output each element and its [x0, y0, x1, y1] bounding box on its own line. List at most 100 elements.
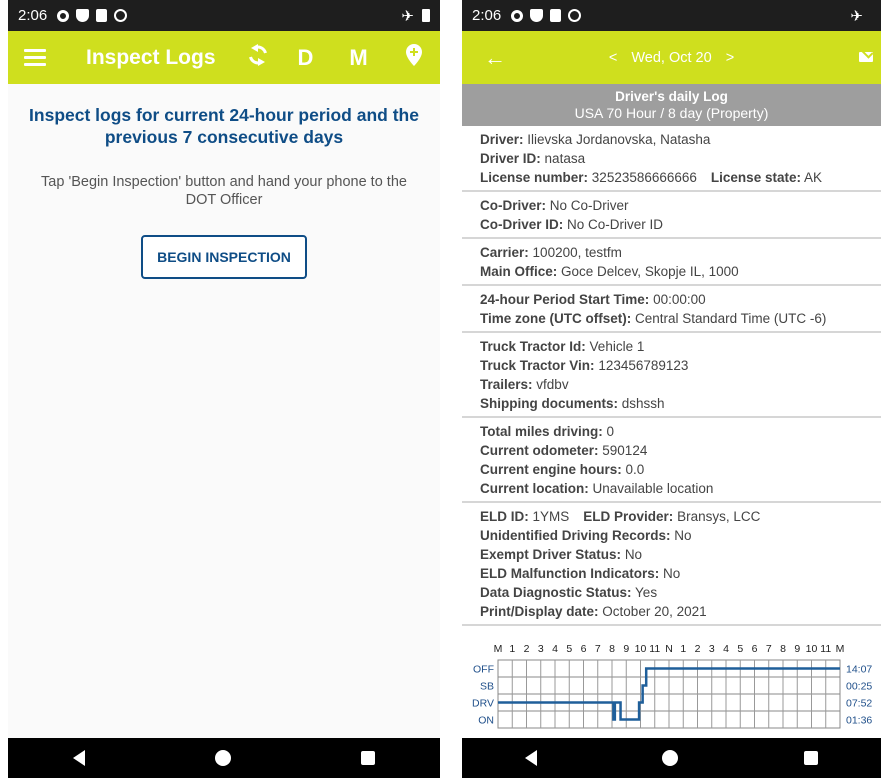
chart-hour-label: 6 [581, 643, 587, 655]
nav-back-icon[interactable] [73, 750, 85, 766]
chart-hour-label: 10 [806, 643, 818, 655]
chart-hour-label: 9 [623, 643, 629, 655]
codriver-id-value: No Co-Driver ID [567, 217, 664, 232]
unidentified-value: No [674, 528, 692, 543]
prev-day-button[interactable]: < [609, 50, 617, 66]
malfunction-value: No [663, 566, 681, 581]
trailers-label: Trailers: [480, 377, 533, 392]
main-office-value: Goce Delcev, Skopje IL, 1000 [561, 264, 739, 279]
codriver-label: Co-Driver: [480, 198, 547, 213]
eld-id-label: ELD ID: [480, 509, 529, 524]
shield-status-icon [76, 9, 90, 22]
engine-hours-value: 0.0 [625, 462, 645, 477]
period-start-label: 24-hour Period Start Time: [480, 292, 650, 307]
chart-hour-label: N [665, 643, 673, 655]
status-bar: 2:06 ✈ [462, 0, 881, 31]
chart-hour-label: M [836, 643, 845, 655]
timezone-value: Central Standard Time (UTC -6) [635, 311, 827, 326]
duty-status-chart: M 1 2 3 4 5 6 7 8 9 10 11 N 1 2 3 4 5 6 7 8 9 10 11 MOFF 14:07SB 0… [472, 643, 872, 729]
hamburger-menu-icon[interactable] [24, 45, 46, 70]
refresh-icon[interactable] [248, 43, 268, 72]
license-label: License number: [480, 170, 589, 185]
system-nav-bar [8, 738, 440, 778]
shipping-value: dshssh [621, 396, 665, 411]
driver-label: Driver: [480, 132, 524, 147]
period-section: 24-hour Period Start Time: 00:00:00 Time… [462, 286, 881, 333]
odometer-value: 590124 [602, 443, 648, 458]
chart-row-total: 14:07 [846, 664, 872, 676]
inspect-instruction: Tap 'Begin Inspection' button and hand y… [41, 174, 407, 208]
m-button[interactable]: M [349, 45, 367, 71]
nav-home-icon[interactable] [215, 750, 231, 766]
chart-hour-label: 8 [780, 643, 786, 655]
driver-id-value: natasa [544, 151, 586, 166]
date-navigator: < Wed, Oct 20 > [462, 50, 881, 66]
nav-recents-icon[interactable] [804, 751, 819, 765]
tractor-vin-value: 123456789123 [598, 358, 689, 373]
app-bar: Inspect Logs D M [8, 31, 440, 84]
chart-hour-label: 2 [524, 643, 530, 655]
driver-section: Driver: Ilievska Jordanovska, Natasha Dr… [462, 126, 881, 192]
odometer-label: Current odometer: [480, 443, 599, 458]
license-value: 32523586666666 [591, 170, 697, 185]
diagnostic-label: Data Diagnostic Status: [480, 585, 632, 600]
nav-home-icon[interactable] [662, 750, 679, 766]
print-date-value: October 20, 2021 [602, 604, 707, 619]
chart-row-total: 00:25 [846, 681, 872, 693]
engine-hours-label: Current engine hours: [480, 462, 622, 477]
malfunction-label: ELD Malfunction Indicators: [480, 566, 660, 581]
begin-inspection-button[interactable]: BEGIN INSPECTION [141, 235, 307, 279]
nav-recents-icon[interactable] [361, 751, 375, 765]
inspect-headline: Inspect logs for current 24-hour period … [29, 105, 419, 147]
daily-log-screen: 2:06 ✈ ← < Wed, Oct 20 > Driver's daily … [462, 0, 881, 778]
duty-status-chart-container: M 1 2 3 4 5 6 7 8 9 10 11 N 1 2 3 4 5 6 7 8 9 10 11 M OFF 14:07 SB 0… [462, 626, 881, 746]
shield-status-icon [530, 9, 544, 22]
email-icon[interactable] [859, 52, 873, 62]
chart-row-label: ON [478, 715, 494, 727]
vehicle-section: Truck Tractor Id: Vehicle 1 Truck Tracto… [462, 333, 881, 418]
chart-row-label: DRV [472, 698, 494, 710]
chart-hour-label: 3 [538, 643, 544, 655]
status-bar: 2:06 ✈ [8, 0, 440, 31]
location-label: Current location: [480, 481, 589, 496]
driver-id-label: Driver ID: [480, 151, 541, 166]
chart-row-label: SB [480, 681, 494, 693]
add-location-icon[interactable] [405, 43, 422, 72]
sd-card-status-icon [96, 9, 108, 22]
driver-value: Ilievska Jordanovska, Natasha [527, 132, 711, 147]
chart-row-total: 07:52 [846, 698, 872, 710]
period-start-value: 00:00:00 [653, 292, 706, 307]
chart-hour-label: 11 [820, 643, 831, 655]
eld-provider-label: ELD Provider: [583, 509, 674, 524]
chart-hour-label: 7 [595, 643, 601, 655]
tractor-id-value: Vehicle 1 [589, 339, 645, 354]
airplane-mode-icon: ✈ [850, 7, 863, 25]
chart-hour-label: 6 [752, 643, 758, 655]
log-header: Driver's daily Log USA 70 Hour / 8 day (… [462, 84, 881, 126]
d-button[interactable]: D [298, 45, 314, 71]
eld-provider-value: Bransys, LCC [677, 509, 761, 524]
chart-hour-label: M [494, 643, 503, 655]
eld-section: ELD ID: 1YMS ELD Provider: Bransys, LCC U… [462, 503, 881, 626]
chart-hour-label: 9 [794, 643, 800, 655]
sd-card-status-icon [550, 9, 562, 22]
chart-hour-label: 5 [737, 643, 743, 655]
diagnostic-value: Yes [635, 585, 658, 600]
status-time: 2:06 [18, 7, 48, 24]
miles-label: Total miles driving: [480, 424, 603, 439]
chart-hour-label: 10 [635, 643, 647, 655]
chart-row-label: OFF [473, 664, 494, 676]
airplane-mode-icon: ✈ [401, 7, 414, 25]
next-day-button[interactable]: > [726, 50, 734, 66]
settings-status-icon [57, 9, 70, 22]
settings-status-icon [511, 9, 524, 22]
battery-icon [422, 9, 430, 22]
nav-back-icon[interactable] [524, 750, 537, 766]
license-state-value: AK [803, 170, 822, 185]
codriver-value: No Co-Driver [549, 198, 629, 213]
timezone-label: Time zone (UTC offset): [480, 311, 632, 326]
main-office-label: Main Office: [480, 264, 558, 279]
sync-status-icon [568, 9, 582, 22]
chart-hour-label: 3 [709, 643, 715, 655]
codriver-id-label: Co-Driver ID: [480, 217, 564, 232]
